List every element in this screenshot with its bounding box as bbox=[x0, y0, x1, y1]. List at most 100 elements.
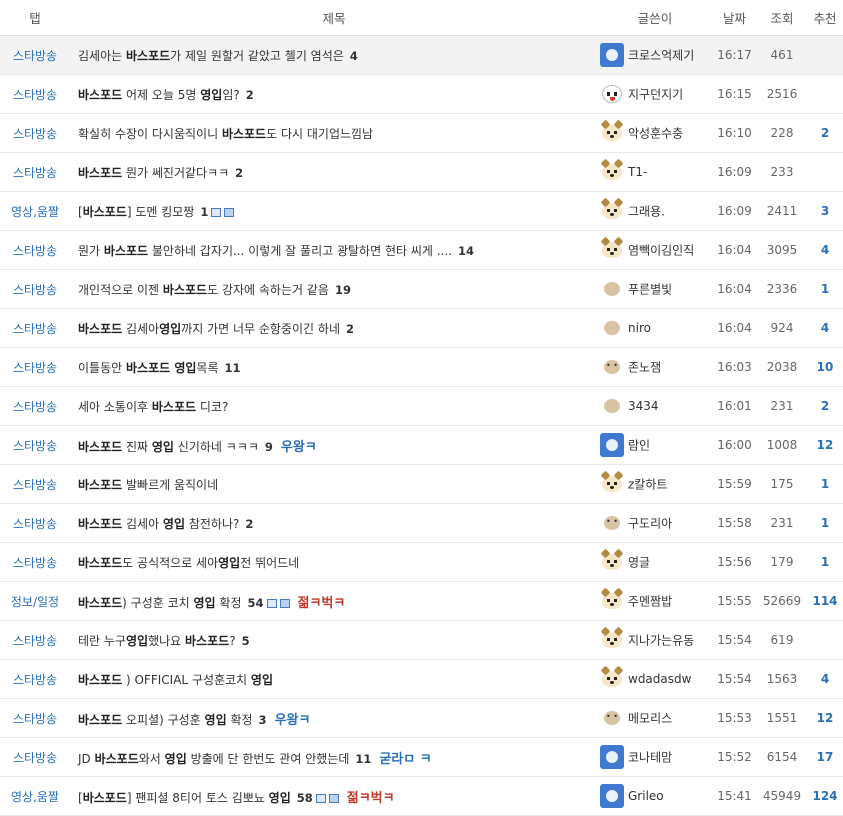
comment-count[interactable]: 1 bbox=[200, 205, 208, 219]
writer-name[interactable]: 3434 bbox=[628, 399, 659, 413]
post-title-link[interactable]: 확실히 수장이 다시움직이니 바스포드도 다시 대기업느낌남 bbox=[78, 127, 373, 141]
post-title-link[interactable]: 뭔가 바스포드 불안하네 갑자기... 이렇게 잘 풀리고 광탈하면 현타 씨게… bbox=[78, 244, 452, 258]
comment-count[interactable]: 11 bbox=[225, 361, 241, 375]
post-title-link[interactable]: 바스포드도 공식적으로 세아영입전 뛰어드네 bbox=[78, 556, 299, 570]
table-row[interactable]: 스타방송 바스포드 ) OFFICIAL 구성훈코치 영입 wdadasdw 15:5… bbox=[0, 659, 843, 699]
writer-name[interactable]: 크로스억제기 bbox=[628, 49, 694, 63]
category-link[interactable]: 스타방송 bbox=[0, 269, 70, 309]
writer-cell[interactable]: T1- bbox=[598, 152, 712, 192]
table-row[interactable]: 스타방송 이틀동안 바스포드 영입목록 11 존노잼 16:03203810 bbox=[0, 347, 843, 387]
category-link[interactable]: 스타방송 bbox=[0, 347, 70, 387]
writer-cell[interactable]: 그래용. bbox=[598, 191, 712, 231]
writer-name[interactable]: 그래용. bbox=[628, 205, 665, 219]
writer-name[interactable]: 염빽이김인직 bbox=[628, 244, 694, 258]
comment-count[interactable]: 3 bbox=[259, 713, 267, 727]
post-title-link[interactable]: [바스포드] 팬피셜 8티어 토스 김뽀뇨 영입 bbox=[78, 791, 291, 805]
writer-name[interactable]: 존노잼 bbox=[628, 361, 661, 375]
post-title-link[interactable]: 바스포드 발빠르게 움직이네 bbox=[78, 478, 218, 492]
comment-count[interactable]: 5 bbox=[242, 634, 250, 648]
table-row[interactable]: 스타방송 바스포드 발빠르게 움직이네 z칼하트 15:59 175 1 bbox=[0, 464, 843, 504]
writer-name[interactable]: 지나가는유동 bbox=[628, 634, 694, 648]
category-link[interactable]: 스타방송 bbox=[0, 425, 70, 465]
table-row[interactable]: 스타방송 바스포드 오피셜) 구성훈 영입 확정 3 우왕ㅋ 메모리스 15:531551… bbox=[0, 698, 843, 738]
header-tab[interactable]: 탭 bbox=[0, 0, 70, 36]
category-link[interactable]: 스타방송 bbox=[0, 464, 70, 504]
comment-count[interactable]: 19 bbox=[335, 283, 351, 297]
comment-count[interactable]: 58 bbox=[297, 791, 313, 805]
writer-cell[interactable]: 영글 bbox=[598, 542, 712, 582]
category-link[interactable]: 스타방송 bbox=[0, 308, 70, 348]
table-row[interactable]: 영상,움짤 [바스포드] 도멘 킹모짱 1 그래용. 16:09 2411 3 bbox=[0, 191, 843, 231]
table-row[interactable]: 스타방송 바스포드 어제 오늘 5명 영입임? 2 지구던지기 16:15 2516 bbox=[0, 74, 843, 114]
table-row[interactable]: 스타방송 JD 바스포드와서 영입 방출에 단 한번도 관여 안했는데 11 굳라ㅁ … bbox=[0, 737, 843, 777]
table-row[interactable]: 스타방송 확실히 수장이 다시움직이니 바스포드도 다시 대기업느낌남 악성훈수충 1… bbox=[0, 113, 843, 153]
comment-count[interactable]: 2 bbox=[346, 322, 354, 336]
comment-count[interactable]: 54 bbox=[248, 596, 264, 610]
table-row[interactable]: 스타방송 김세아는 바스포드가 제일 원할거 같았고 첼기 염석은 4 크로스억제기 1… bbox=[0, 35, 843, 75]
comment-count[interactable]: 2 bbox=[235, 166, 243, 180]
post-title-link[interactable]: 바스포드 진짜 영입 신기하네 ㅋㅋㅋ bbox=[78, 440, 259, 454]
table-row[interactable]: 스타방송 바스포드 김세아 영입 참전하나? 2 구도리아 15:582311 bbox=[0, 503, 843, 543]
header-title[interactable]: 제목 bbox=[70, 0, 598, 36]
writer-name[interactable]: 주멘짬밥 bbox=[628, 595, 672, 609]
post-title-link[interactable]: 바스포드 김세아영입까지 가면 너무 순항중이긴 하네 bbox=[78, 322, 340, 336]
writer-name[interactable]: 푸른별빛 bbox=[628, 283, 672, 297]
post-title-link[interactable]: 세아 소통이후 바스포드 디코? bbox=[78, 400, 228, 414]
post-title-link[interactable]: 바스포드 어제 오늘 5명 영입임? bbox=[78, 88, 240, 102]
writer-name[interactable]: 람인 bbox=[628, 439, 650, 453]
category-link[interactable]: 스타방송 bbox=[0, 35, 70, 75]
table-row[interactable]: 스타방송 테란 누구영입했나요 바스포드? 5 지나가는유동 15:54 619 bbox=[0, 620, 843, 660]
writer-cell[interactable]: z칼하트 bbox=[598, 464, 712, 504]
writer-cell[interactable]: wdadasdw bbox=[598, 659, 712, 699]
post-title-link[interactable]: 바스포드 뭔가 쎄진거같다ㅋㅋ bbox=[78, 166, 229, 180]
header-date[interactable]: 날짜 bbox=[712, 0, 757, 36]
writer-cell[interactable]: 람인 bbox=[598, 425, 712, 465]
table-row[interactable]: 정보/일정 바스포드) 구성훈 코치 영입 확정 54 젊ㅋ벅ㅋ 주멘짬밥 15:55 52… bbox=[0, 581, 843, 621]
category-link[interactable]: 스타방송 bbox=[0, 230, 70, 270]
header-writer[interactable]: 글쓴이 bbox=[598, 0, 712, 36]
category-link[interactable]: 영상,움짤 bbox=[0, 776, 70, 816]
comment-count[interactable]: 9 bbox=[265, 440, 273, 454]
category-link[interactable]: 스타방송 bbox=[0, 74, 70, 114]
table-row[interactable]: 스타방송 개인적으로 이젠 바스포드도 강자에 속하는거 같음 19 푸른별빛 16:0… bbox=[0, 269, 843, 309]
header-recommend[interactable]: 추천 bbox=[807, 0, 843, 36]
post-title-link[interactable]: 김세아는 바스포드가 제일 원할거 같았고 첼기 염석은 bbox=[78, 49, 344, 63]
writer-name[interactable]: 메모리스 bbox=[628, 712, 672, 726]
writer-name[interactable]: Grileo bbox=[628, 789, 664, 803]
writer-cell[interactable]: 코나테맘 bbox=[598, 737, 712, 777]
writer-name[interactable]: 구도리아 bbox=[628, 517, 672, 531]
writer-name[interactable]: wdadasdw bbox=[628, 672, 691, 686]
writer-cell[interactable]: 염빽이김인직 bbox=[598, 230, 712, 270]
writer-cell[interactable]: 3434 bbox=[598, 386, 712, 426]
writer-cell[interactable]: 주멘짬밥 bbox=[598, 581, 712, 621]
post-title-link[interactable]: 바스포드 김세아 영입 참전하나? bbox=[78, 517, 239, 531]
writer-cell[interactable]: niro bbox=[598, 308, 712, 348]
category-link[interactable]: 스타방송 bbox=[0, 152, 70, 192]
writer-name[interactable]: 코나테맘 bbox=[628, 751, 672, 765]
writer-name[interactable]: 악성훈수충 bbox=[628, 127, 683, 141]
comment-count[interactable]: 2 bbox=[245, 517, 253, 531]
writer-name[interactable]: 영글 bbox=[628, 556, 650, 570]
table-row[interactable]: 스타방송 바스포드 뭔가 쎄진거같다ㅋㅋ 2 T1- 16:09 233 bbox=[0, 152, 843, 192]
table-row[interactable]: 스타방송 세아 소통이후 바스포드 디코? 3434 16:01 231 2 bbox=[0, 386, 843, 426]
category-link[interactable]: 스타방송 bbox=[0, 113, 70, 153]
category-link[interactable]: 스타방송 bbox=[0, 737, 70, 777]
comment-count[interactable]: 4 bbox=[350, 49, 358, 63]
table-row[interactable]: 영상,움짤 [바스포드] 팬피셜 8티어 토스 김뽀뇨 영입 58 젊ㅋ벅ㅋ Grile… bbox=[0, 776, 843, 816]
category-link[interactable]: 스타방송 bbox=[0, 620, 70, 660]
writer-cell[interactable]: 푸른별빛 bbox=[598, 269, 712, 309]
post-title-link[interactable]: 테란 누구영입했나요 바스포드? bbox=[78, 634, 236, 648]
category-link[interactable]: 스타방송 bbox=[0, 386, 70, 426]
category-link[interactable]: 스타방송 bbox=[0, 542, 70, 582]
post-title-link[interactable]: 바스포드 ) OFFICIAL 구성훈코치 영입 bbox=[78, 673, 273, 687]
post-title-link[interactable]: [바스포드] 도멘 킹모짱 bbox=[78, 205, 194, 219]
post-title-link[interactable]: 이틀동안 바스포드 영입목록 bbox=[78, 361, 219, 375]
writer-cell[interactable]: 악성훈수충 bbox=[598, 113, 712, 153]
writer-name[interactable]: T1- bbox=[628, 165, 647, 179]
category-link[interactable]: 스타방송 bbox=[0, 503, 70, 543]
header-views[interactable]: 조회 bbox=[757, 0, 807, 36]
table-row[interactable]: 스타방송 바스포드 진짜 영입 신기하네 ㅋㅋㅋ 9 우왕ㅋ 람인 16:00 1008 12 bbox=[0, 425, 843, 465]
category-link[interactable]: 영상,움짤 bbox=[0, 191, 70, 231]
category-link[interactable]: 정보/일정 bbox=[0, 581, 70, 621]
category-link[interactable]: 스타방송 bbox=[0, 698, 70, 738]
